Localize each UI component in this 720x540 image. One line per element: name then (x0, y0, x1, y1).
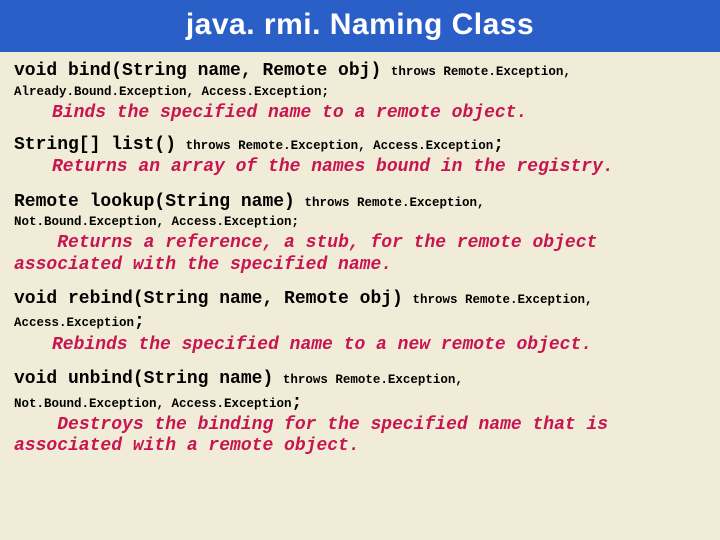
method-signature: Remote lookup(String name) (14, 192, 295, 212)
throws-clause: throws Remote.Exception, (412, 293, 592, 307)
title-bar: java. rmi. Naming Class (0, 0, 720, 52)
method-description: Destroys the binding for the specified n… (14, 415, 706, 457)
throws-continued-line: Not.Bound.Exception, Access.Exception; (14, 392, 706, 415)
throws-clause: throws Remote.Exception, (283, 373, 463, 387)
throws-clause: throws Remote.Exception, (391, 65, 571, 79)
signature-line: void unbind(String name) throws Remote.E… (14, 368, 706, 391)
signature-line: Remote lookup(String name) throws Remote… (14, 191, 706, 214)
method-signature: String[] list() (14, 135, 176, 155)
page-title: java. rmi. Naming Class (0, 8, 720, 42)
method-description: Rebinds the specified name to a new remo… (52, 335, 706, 356)
throws-clause: throws Remote.Exception, (304, 196, 484, 210)
throws-continued: Already.Bound.Exception, Access.Exceptio… (14, 84, 706, 100)
semicolon: ; (134, 312, 145, 332)
method-list: String[] list() throws Remote.Exception,… (14, 134, 706, 179)
semicolon: ; (493, 135, 504, 155)
throws-continued: Not.Bound.Exception, Access.Exception; (14, 214, 706, 230)
method-signature: void unbind(String name) (14, 369, 273, 389)
content-area: void bind(String name, Remote obj) throw… (0, 52, 720, 474)
method-rebind: void rebind(String name, Remote obj) thr… (14, 288, 706, 356)
signature-line: void rebind(String name, Remote obj) thr… (14, 288, 706, 311)
method-signature: void bind(String name, Remote obj) (14, 61, 381, 81)
signature-line: void bind(String name, Remote obj) throw… (14, 60, 706, 83)
method-signature: void rebind(String name, Remote obj) (14, 289, 403, 309)
method-description: Returns a reference, a stub, for the rem… (14, 233, 706, 275)
method-bind: void bind(String name, Remote obj) throw… (14, 60, 706, 124)
method-description: Binds the specified name to a remote obj… (52, 103, 706, 124)
throws-continued: Not.Bound.Exception, Access.Exception (14, 397, 292, 411)
method-description: Returns an array of the names bound in t… (52, 157, 706, 178)
signature-line: String[] list() throws Remote.Exception,… (14, 134, 706, 157)
method-unbind: void unbind(String name) throws Remote.E… (14, 368, 706, 457)
throws-continued: Access.Exception (14, 316, 134, 330)
throws-clause: throws Remote.Exception, Access.Exceptio… (186, 139, 494, 153)
method-lookup: Remote lookup(String name) throws Remote… (14, 191, 706, 276)
throws-continued-line: Access.Exception; (14, 311, 706, 334)
semicolon: ; (292, 393, 303, 413)
